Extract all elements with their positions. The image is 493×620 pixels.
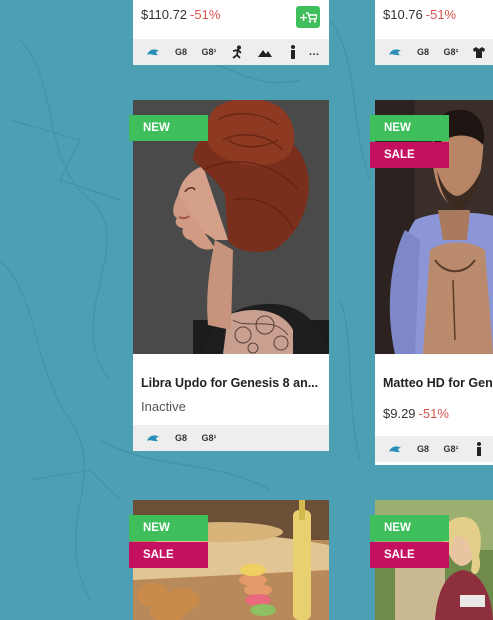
new-badge: NEW [129,115,208,141]
genesis-8-1-label: G8¹ [201,47,217,57]
sale-badge: SALE [370,142,449,168]
environment-mountain-icon [251,39,279,65]
more-icon[interactable]: … [307,39,321,65]
genesis-8-1-label: G8¹ [201,433,217,443]
genesis-8-label: G8 [416,47,429,57]
daz-dragon-icon [139,425,167,451]
genesis-8-label: G8 [174,47,187,57]
pose-figure-icon [223,39,251,65]
product-card[interactable]: Libra Updo for Genesis 8 an... Inactive … [133,100,329,451]
new-badge: NEW [370,115,449,141]
product-status: Inactive [141,399,186,414]
product-title[interactable]: Matteo HD for Gen [383,376,493,390]
compatibility-bar: G8 G8¹ [375,39,493,65]
genesis-8-1-label: G8¹ [443,444,459,454]
new-badge: NEW [129,515,208,541]
daz-dragon-icon [381,436,409,462]
price-value: $9.29 [383,406,416,421]
genesis-8-label: G8 [174,433,187,443]
new-badge: NEW [370,515,449,541]
product-card[interactable]: $110.72 -51% + G8 G8¹ … [133,0,329,65]
product-price: $110.72 -51% [141,7,220,22]
price-value: $110.72 [141,7,188,22]
add-to-cart-button[interactable]: + [296,6,320,28]
sale-badge: SALE [370,542,449,568]
figure-person-icon [279,39,307,65]
discount-value: -51% [190,7,221,22]
figure-person-icon [465,436,493,462]
genesis-8-1-label: G8¹ [443,47,459,57]
product-price: $9.29 -51% [383,406,449,421]
daz-dragon-icon [381,39,409,65]
clothing-shirt-icon [465,39,493,65]
compatibility-bar: G8 G8¹ [375,436,493,462]
add-to-cart-icon: + [299,11,317,23]
discount-value: -51% [418,406,449,421]
sale-badge: SALE [129,542,208,568]
price-value: $10.76 [383,7,423,22]
compatibility-bar: G8 G8¹ [133,425,329,451]
daz-dragon-icon [139,39,167,65]
discount-value: -51% [425,7,457,22]
compatibility-bar: G8 G8¹ … [133,39,329,65]
product-card[interactable]: $10.76 -51% G8 G8¹ [375,0,493,65]
product-title[interactable]: Libra Updo for Genesis 8 an... [141,376,321,390]
product-price: $10.76 -51% [383,7,456,22]
genesis-8-label: G8 [416,444,429,454]
